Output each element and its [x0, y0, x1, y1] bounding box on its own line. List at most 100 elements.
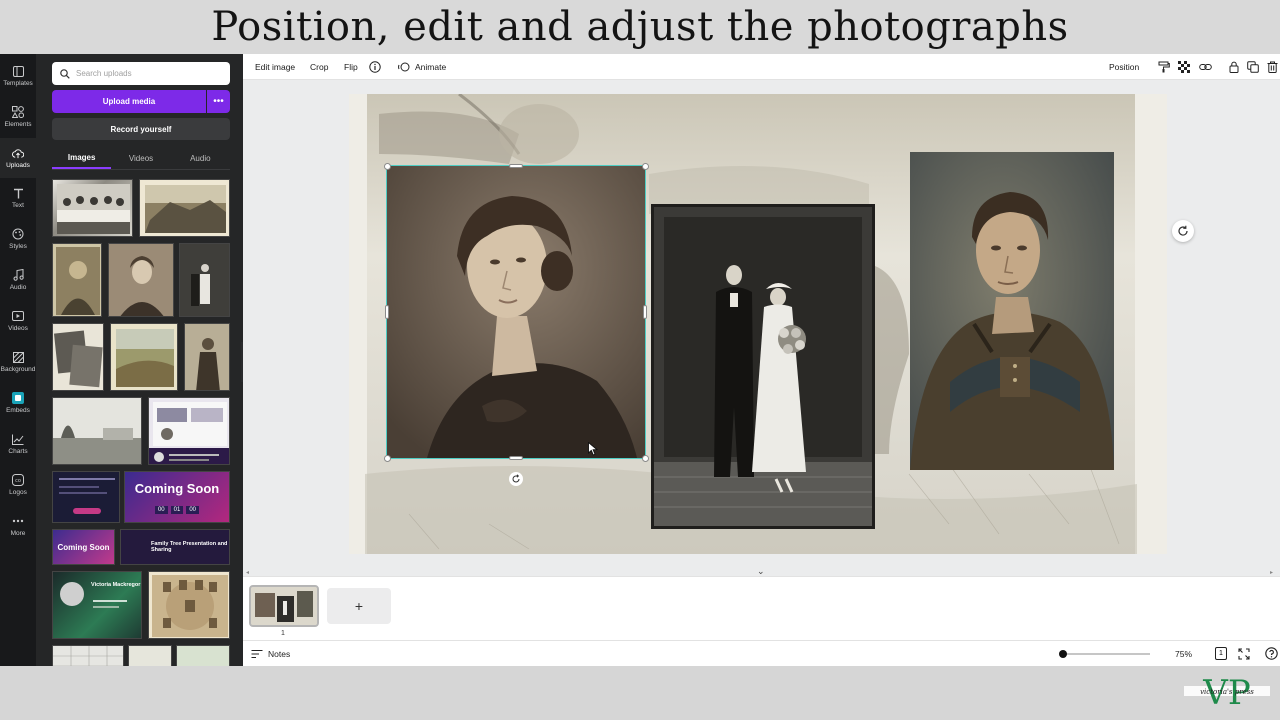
upload-thumbnail[interactable]	[52, 645, 124, 666]
rail-item-templates[interactable]: Templates	[0, 56, 36, 96]
page-count-icon[interactable]: 1	[1215, 647, 1227, 660]
add-page-button[interactable]: +	[327, 588, 391, 624]
trash-icon[interactable]	[1265, 60, 1279, 74]
rail-item-more[interactable]: More	[0, 506, 36, 546]
duplicate-icon[interactable]	[1246, 60, 1260, 74]
animate-button[interactable]: Animate	[415, 54, 446, 80]
rail-item-charts[interactable]: Charts	[0, 424, 36, 464]
tab-audio[interactable]: Audio	[171, 148, 230, 169]
scroll-left-arrow-icon[interactable]: ◂	[246, 569, 249, 576]
zoom-value[interactable]: 75%	[1175, 641, 1192, 667]
refresh-suggestions-button[interactable]	[1172, 220, 1194, 242]
family-tree-small-thumbnail[interactable]: Family Tree Presentation and Sharing	[120, 529, 230, 565]
resize-handle-bottom[interactable]	[509, 456, 523, 460]
rail-item-elements[interactable]: Elements	[0, 97, 36, 137]
notes-icon	[251, 649, 263, 659]
design-page[interactable]	[349, 94, 1167, 554]
info-icon[interactable]	[368, 60, 382, 74]
footer-bar: Notes 75% 1	[243, 640, 1280, 666]
resize-handle-left[interactable]	[385, 305, 389, 319]
lock-icon[interactable]	[1227, 60, 1241, 74]
position-button[interactable]: Position	[1109, 54, 1139, 80]
animate-icon[interactable]	[397, 60, 411, 74]
rail-label: Styles	[9, 243, 27, 250]
zoom-slider-knob[interactable]	[1058, 650, 1067, 658]
uploads-tabs: Images Videos Audio	[52, 148, 230, 170]
edit-image-button[interactable]: Edit image	[255, 54, 295, 80]
page-thumbnail[interactable]	[249, 585, 319, 627]
rail-label: More	[10, 530, 26, 537]
transparency-icon[interactable]	[1177, 60, 1191, 74]
video-title-banner: Position, edit and adjust the photograph…	[0, 0, 1280, 54]
upload-thumbnail[interactable]	[176, 645, 230, 666]
upload-thumbnail[interactable]	[179, 243, 230, 317]
music-note-icon	[12, 269, 24, 281]
search-input[interactable]	[76, 69, 216, 78]
record-yourself-button[interactable]: Record yourself	[52, 118, 230, 140]
paint-format-icon[interactable]	[1157, 60, 1171, 74]
rail-item-text[interactable]: Text	[0, 178, 36, 218]
portrait-photo-woman[interactable]	[386, 165, 646, 459]
upload-thumbnail[interactable]	[52, 323, 104, 391]
upload-thumbnail[interactable]	[52, 397, 142, 465]
rail-item-uploads[interactable]: Uploads	[0, 138, 36, 178]
search-box[interactable]	[52, 62, 230, 85]
resize-handle-top-left[interactable]	[384, 163, 391, 170]
tab-images[interactable]: Images	[52, 148, 112, 169]
notes-button[interactable]: Notes	[251, 641, 290, 667]
resize-handle-top[interactable]	[509, 164, 523, 168]
refresh-icon	[1178, 225, 1188, 236]
help-icon[interactable]	[1265, 647, 1278, 665]
wedding-photo[interactable]	[651, 204, 875, 529]
resize-handle-bottom-left[interactable]	[384, 455, 391, 462]
page-number: 1	[281, 630, 285, 637]
rotate-handle[interactable]	[509, 472, 523, 486]
upload-thumbnail[interactable]	[148, 571, 230, 639]
brand-tagline: victoria's press	[1200, 688, 1254, 696]
upload-media-button[interactable]: Upload media	[52, 90, 206, 113]
fullscreen-icon[interactable]	[1238, 647, 1250, 665]
upload-thumbnail[interactable]	[52, 471, 120, 523]
rail-item-audio[interactable]: Audio	[0, 260, 36, 300]
upload-thumbnail[interactable]	[52, 179, 133, 237]
zoom-slider[interactable]	[1060, 653, 1150, 655]
victoria-card-thumbnail[interactable]: Victoria Mackregor	[52, 571, 142, 639]
family-tree-card-thumbnail[interactable]	[148, 397, 230, 465]
tab-videos[interactable]: Videos	[111, 148, 170, 169]
upload-thumbnail[interactable]	[128, 645, 172, 666]
upload-thumbnail[interactable]	[139, 179, 230, 237]
resize-handle-bottom-right[interactable]	[642, 455, 649, 462]
rail-item-background[interactable]: Background	[0, 342, 36, 382]
flip-button[interactable]: Flip	[344, 54, 358, 80]
horizontal-scrollbar[interactable]	[249, 571, 1273, 575]
upload-thumbnail[interactable]	[52, 243, 102, 317]
upload-thumbnail[interactable]	[184, 323, 230, 391]
rotate-icon	[512, 474, 520, 483]
rail-label: Elements	[4, 121, 32, 128]
video-title: Position, edit and adjust the photograph…	[211, 4, 1069, 50]
text-icon	[12, 187, 24, 199]
rail-item-embeds[interactable]: Embeds	[0, 383, 36, 423]
link-icon[interactable]	[1198, 60, 1212, 74]
upload-more-button[interactable]: •••	[207, 90, 230, 113]
coming-soon-card-thumbnail[interactable]: Coming Soon 00 01 00	[124, 471, 230, 523]
resize-handle-right[interactable]	[643, 305, 647, 319]
elements-icon	[12, 106, 24, 118]
rail-item-logos[interactable]: co Logos	[0, 465, 36, 505]
upload-thumbnail[interactable]	[108, 243, 174, 317]
palette-icon	[12, 228, 24, 240]
resize-handle-top-right[interactable]	[642, 163, 649, 170]
video-icon	[12, 310, 24, 322]
more-icon	[12, 515, 24, 527]
scroll-right-arrow-icon[interactable]: ▸	[1270, 569, 1273, 576]
countdown-digit: 00	[154, 505, 168, 514]
rail-label: Videos	[8, 325, 28, 332]
rail-label: Background	[0, 366, 36, 373]
rail-item-videos[interactable]: Videos	[0, 301, 36, 341]
coming-soon-small-thumbnail[interactable]: Coming Soon	[52, 529, 115, 565]
upload-thumbnail[interactable]	[110, 323, 178, 391]
rail-item-styles[interactable]: Styles	[0, 219, 36, 259]
crop-button[interactable]: Crop	[310, 54, 328, 80]
templates-icon	[12, 65, 24, 77]
soldier-photo[interactable]	[910, 152, 1114, 470]
